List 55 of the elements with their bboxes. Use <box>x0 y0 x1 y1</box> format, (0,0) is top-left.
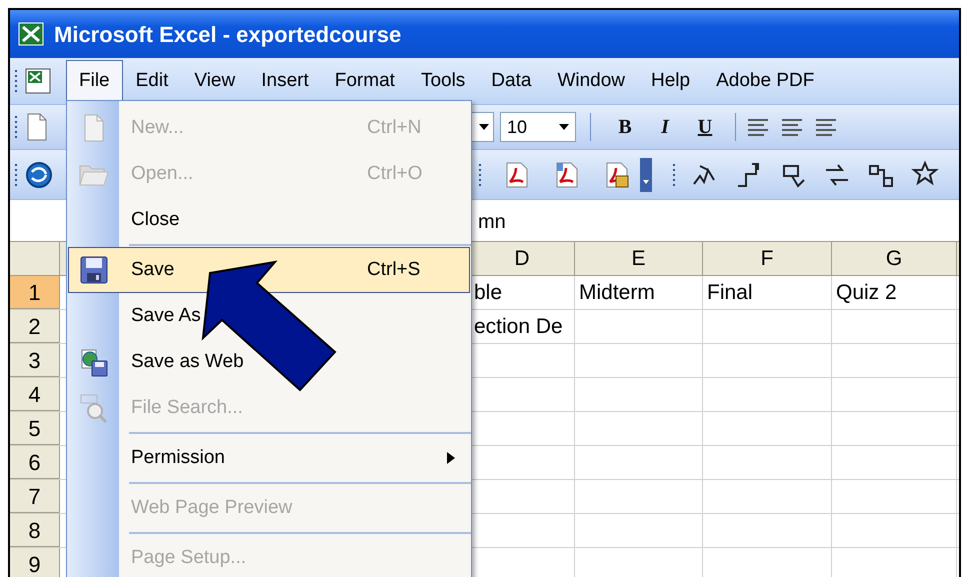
toolbar-grip-icon[interactable] <box>672 162 676 186</box>
align-text-icon[interactable] <box>780 117 804 137</box>
row-header[interactable]: 3 <box>10 344 60 377</box>
menu-item[interactable]: File <box>66 60 123 102</box>
document-search-icon <box>79 393 109 423</box>
align-text-icon[interactable] <box>814 117 838 137</box>
globe-disk-icon <box>79 347 109 377</box>
row-header[interactable]: 5 <box>10 412 60 445</box>
align-text-icon[interactable] <box>746 117 770 137</box>
table-cell-text: ble <box>473 280 502 306</box>
column-header[interactable]: G <box>832 242 957 275</box>
table-cell-text: Midterm <box>578 280 655 306</box>
menu-item[interactable]: Save Ctrl+S <box>68 247 470 293</box>
row-header[interactable]: 2 <box>10 310 60 343</box>
row-header[interactable]: 6 <box>10 446 60 479</box>
toolbar-grip-icon[interactable] <box>14 115 18 139</box>
dropdown-caret-icon[interactable] <box>479 124 489 130</box>
toolbar-chevron-icon[interactable] <box>640 158 652 192</box>
table-cell-text: Quiz 2 <box>835 280 897 306</box>
menu-item[interactable]: View <box>181 60 248 102</box>
format-button[interactable]: U <box>685 110 725 144</box>
menu-item[interactable]: Format <box>322 60 408 102</box>
document-icon <box>26 113 48 141</box>
column-header[interactable]: F <box>703 242 832 275</box>
format-button[interactable]: I <box>645 110 685 144</box>
document-icon <box>83 114 105 142</box>
dropdown-caret-icon[interactable] <box>559 124 569 130</box>
formula-text: mn <box>478 210 506 235</box>
row-header[interactable]: 4 <box>10 378 60 411</box>
toolbar-grip-icon[interactable] <box>478 162 482 186</box>
spreadsheet-app-icon <box>18 22 44 46</box>
menu-item[interactable]: Permission <box>68 435 470 481</box>
table-cell-text: ection De <box>473 314 563 340</box>
globe-icon[interactable] <box>24 160 54 190</box>
window-title: Microsoft Excel - exportedcourse <box>54 20 402 49</box>
menu-item[interactable]: Edit <box>122 60 182 102</box>
menu-item[interactable]: Window <box>544 60 638 102</box>
row-header[interactable]: 1 <box>10 276 60 309</box>
menu-item[interactable]: Save As <box>68 293 470 339</box>
menu-item[interactable]: Data <box>478 60 544 102</box>
column-header[interactable]: E <box>575 242 703 275</box>
format-button[interactable]: B <box>605 110 645 144</box>
menu-item[interactable]: Help <box>638 60 704 102</box>
toolbar-grip-icon[interactable] <box>14 69 18 93</box>
row-header[interactable]: 9 <box>10 548 60 577</box>
row-header[interactable]: 7 <box>10 480 60 513</box>
menu-item[interactable]: Close <box>68 197 470 243</box>
row-header[interactable]: 8 <box>10 514 60 547</box>
font-size-field[interactable]: 10 <box>500 112 576 142</box>
menu-item[interactable]: Adobe PDF <box>703 60 828 102</box>
menu-item[interactable]: Insert <box>248 60 322 102</box>
menu-item[interactable]: Tools <box>408 60 478 102</box>
submenu-arrow-icon <box>447 452 455 464</box>
toolbar-grip-icon[interactable] <box>14 162 18 186</box>
table-cell-text: Final <box>706 280 753 306</box>
